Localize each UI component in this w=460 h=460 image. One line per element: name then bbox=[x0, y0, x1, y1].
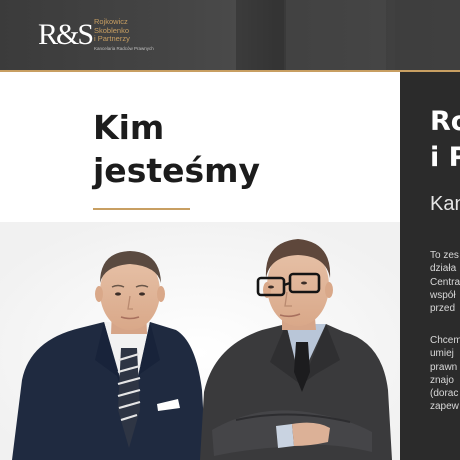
logo-mark-text: R&S bbox=[38, 18, 94, 51]
logo-subtitle: Kancelaria Radców Prawnych bbox=[94, 45, 154, 51]
logo-text[interactable]: Rojkowicz Skoblenko i Partnerzy Kancelar… bbox=[94, 17, 154, 51]
team-photo bbox=[0, 222, 400, 460]
logo-mark[interactable]: R&S bbox=[38, 17, 94, 53]
panel-paragraph: Chcem umiej prawn znajo (dorac zapew bbox=[430, 335, 460, 413]
header-photo-strip bbox=[236, 0, 284, 70]
header-photo-strip bbox=[395, 0, 460, 70]
panel-heading: Ro i P bbox=[430, 106, 460, 173]
page-title: Kim jesteśmy bbox=[93, 108, 261, 190]
header-accent-line bbox=[0, 70, 460, 72]
panel-subtitle: Kan bbox=[430, 193, 460, 215]
logo-line: i Partnerzy bbox=[94, 34, 130, 43]
title-divider bbox=[93, 208, 190, 210]
header-photo-strip bbox=[286, 0, 386, 70]
about-side-panel: Ro i P Kan To zes działa Centra współ pr… bbox=[400, 72, 460, 460]
site-header: R&S Rojkowicz Skoblenko i Partnerzy Kanc… bbox=[0, 0, 460, 70]
panel-paragraph: To zes działa Centra współ przed bbox=[430, 250, 460, 315]
